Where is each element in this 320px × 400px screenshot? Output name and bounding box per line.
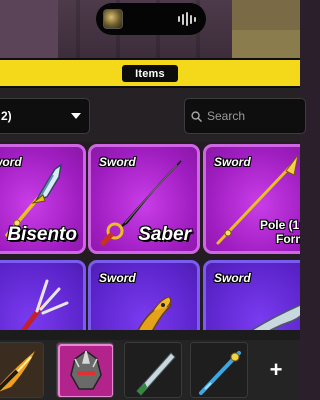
title-bar: Items bbox=[0, 58, 300, 88]
item-card-trident[interactable] bbox=[0, 260, 86, 340]
hotbar-slot[interactable] bbox=[124, 342, 182, 398]
item-type: Sword bbox=[214, 155, 251, 169]
hotbar-divider bbox=[0, 330, 300, 340]
item-name: Saber bbox=[138, 224, 191, 245]
hotbar-slot[interactable] bbox=[190, 342, 248, 398]
now-playing-pill[interactable] bbox=[96, 3, 206, 35]
item-type: Sword bbox=[99, 271, 136, 285]
green-blade-icon bbox=[125, 343, 181, 397]
item-card-dragon-sword[interactable]: Sword bbox=[88, 260, 200, 340]
dropdown-value: 2) bbox=[1, 109, 12, 123]
item-type: Sword bbox=[99, 155, 136, 169]
chevron-down-icon bbox=[71, 113, 81, 119]
search-icon bbox=[191, 110, 202, 122]
audio-waveform-icon bbox=[178, 12, 196, 26]
item-card-saber[interactable]: Sword Saber bbox=[88, 144, 200, 254]
hotbar: + bbox=[0, 340, 300, 400]
flame-weapon-icon bbox=[0, 343, 43, 397]
filter-row: 2) bbox=[0, 88, 306, 142]
background-block bbox=[0, 0, 58, 58]
search-box[interactable] bbox=[184, 98, 306, 134]
item-type: Sword bbox=[0, 155, 22, 169]
item-name: Pole (1s Form bbox=[260, 218, 300, 246]
search-input[interactable] bbox=[207, 109, 297, 123]
hotbar-slot[interactable] bbox=[0, 342, 44, 398]
item-card-pole[interactable]: Sword Pole (1s Form bbox=[203, 144, 300, 254]
spiked-helmet-icon bbox=[57, 343, 113, 397]
window-title: Items bbox=[122, 65, 178, 82]
item-name-line: Pole (1s bbox=[259, 218, 300, 232]
category-dropdown[interactable]: 2) bbox=[0, 98, 90, 134]
item-card-bisento[interactable]: Sword Bisento bbox=[0, 144, 86, 254]
blue-staff-icon bbox=[191, 343, 247, 397]
background-block bbox=[232, 30, 300, 58]
trident-icon bbox=[14, 279, 69, 340]
add-slot-button[interactable]: + bbox=[252, 342, 300, 398]
item-name-line: Form bbox=[276, 232, 300, 246]
item-name: Bisento bbox=[7, 224, 77, 245]
item-type: Sword bbox=[214, 271, 251, 285]
hotbar-slot[interactable] bbox=[56, 342, 114, 398]
new-item-badge bbox=[298, 263, 300, 277]
inventory-grid: Sword Bisento Sword Saber Sword Pole (1s… bbox=[0, 142, 300, 340]
now-playing-thumbnail bbox=[103, 9, 123, 29]
item-card-curved-blade[interactable]: Sword bbox=[203, 260, 300, 340]
